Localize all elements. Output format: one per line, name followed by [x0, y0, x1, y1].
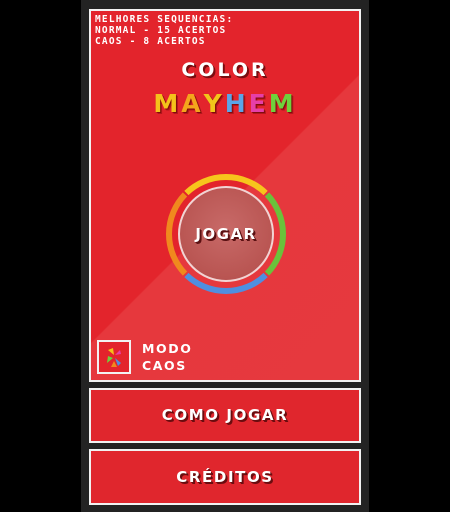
game-title-mayhem: MAYHEM [91, 89, 359, 118]
best-streaks: MELHORES SEQUENCIAS: NORMAL - 15 ACERTOS… [95, 14, 233, 47]
title-letter: Y [203, 89, 225, 118]
title-letter: M [268, 89, 297, 118]
title-letter: H [224, 89, 249, 118]
chaos-mode-label[interactable]: MODO CAOS [142, 340, 192, 374]
chaos-triangle-icon [107, 348, 121, 367]
title-letter: M [153, 89, 182, 118]
chaos-mode-line2: CAOS [142, 358, 187, 373]
best-streak-normal: NORMAL - 15 ACERTOS [95, 25, 227, 36]
best-streak-chaos: CAOS - 8 ACERTOS [95, 36, 206, 47]
best-streaks-heading: MELHORES SEQUENCIAS: [95, 14, 234, 25]
color-ring: JOGAR [165, 173, 287, 295]
title-letter: E [248, 89, 269, 118]
main-menu-panel: MELHORES SEQUENCIAS: NORMAL - 15 ACERTOS… [89, 9, 361, 382]
chaos-mode-line1: MODO [142, 341, 193, 356]
play-button[interactable]: JOGAR [178, 186, 274, 282]
title-letter: A [181, 89, 204, 118]
how-to-play-button[interactable]: COMO JOGAR [89, 388, 361, 443]
chaos-mode-toggle[interactable] [97, 340, 131, 374]
game-title-color: COLOR [181, 59, 269, 81]
game-screen: MELHORES SEQUENCIAS: NORMAL - 15 ACERTOS… [0, 0, 450, 512]
credits-button[interactable]: CRÉDITOS [89, 449, 361, 505]
